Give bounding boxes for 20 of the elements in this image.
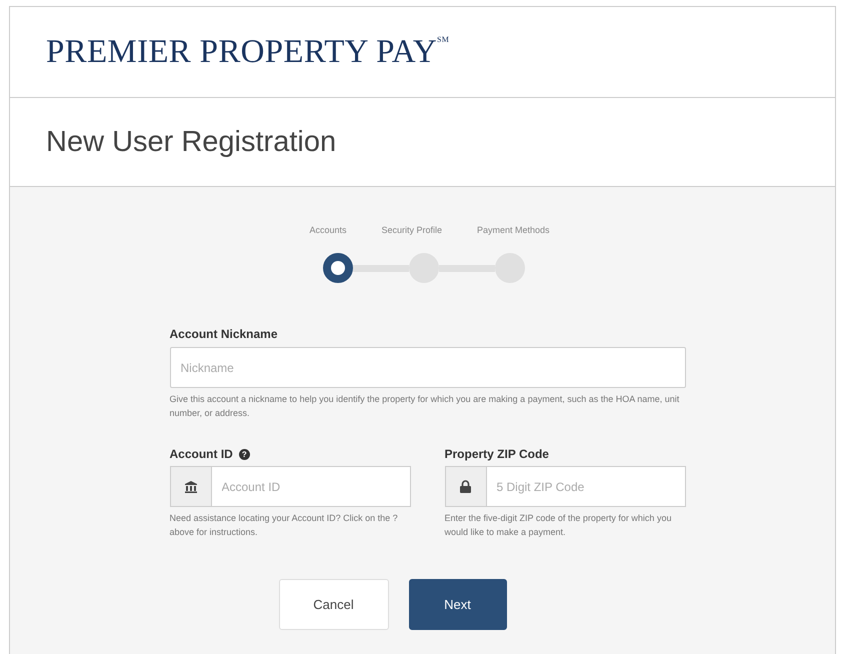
step-label: Payment Methods (476, 225, 550, 235)
logo: PREMIER PROPERTY PAY$^{SM}$ (46, 34, 450, 70)
zip-code-field[interactable]: 5 Digit ZIP Code (486, 466, 686, 507)
bank-icon (184, 480, 196, 492)
cancel-button[interactable]: Cancel (278, 579, 388, 630)
help-icon[interactable]: ? (238, 448, 250, 460)
help-text: Need assistance locating your Account ID? Click on the ? above for instructions. (170, 512, 399, 539)
step-label: Accounts (310, 225, 347, 235)
field-label: Account Nickname (170, 327, 279, 341)
field-label: Property ZIP Code (444, 447, 549, 461)
account-id-field[interactable]: Account ID (210, 466, 410, 507)
help-text: Enter the five-digit ZIP code of the property for which you would like to make a payment. (444, 512, 672, 539)
field-label: Account ID (170, 447, 233, 461)
page-title: New User Registration (46, 126, 336, 158)
lock-icon (460, 480, 471, 493)
help-text: Give this account a nickname to help you identify the property for which you are making a payment, such as the HOA name, unit number, or address. (170, 393, 680, 420)
next-button[interactable]: Next (408, 579, 506, 630)
step-connector (352, 264, 408, 272)
step-label: Security Profile (381, 225, 442, 235)
nickname-field[interactable]: Nickname (170, 347, 686, 388)
